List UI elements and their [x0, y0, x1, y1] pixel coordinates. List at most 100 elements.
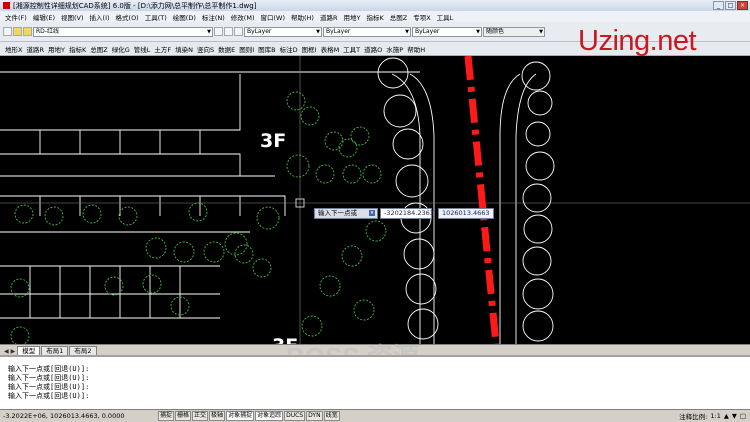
status-bar: -3.2022E+06, 1026013.4663, 0.0000 捕捉 栅格 … — [0, 409, 750, 422]
building-linework — [0, 56, 750, 344]
command-history-line: 输入下一点或[回退(U)]: — [8, 383, 90, 391]
menu-modify[interactable]: 修改(M) — [228, 12, 258, 22]
toolbar-index[interactable]: 指标K — [67, 44, 88, 54]
menu-draw[interactable]: 绘图(D) — [170, 12, 199, 22]
lineweight-value: ByLayer — [415, 27, 440, 35]
layer-value: RD-红线 — [36, 27, 59, 35]
ducs-toggle[interactable]: DUCS — [284, 411, 306, 421]
menu-tools[interactable]: 工具(T) — [142, 12, 170, 22]
chevron-down-icon: ▼ — [405, 28, 409, 35]
menu-view[interactable]: 视图(V) — [58, 12, 87, 22]
tab-nav-next-icon[interactable]: ▶ — [11, 348, 16, 355]
layer-state-icon[interactable] — [13, 27, 22, 36]
menu-edit[interactable]: 编辑(E) — [30, 12, 58, 22]
make-current-layer-icon[interactable] — [214, 27, 223, 36]
street-trees — [377, 57, 555, 342]
linetype-value: ByLayer — [326, 27, 351, 35]
tray-settings-icon[interactable]: ▼ — [732, 412, 737, 420]
clean-screen-icon[interactable]: □ — [740, 412, 746, 420]
menu-siteplan[interactable]: 总图Z — [387, 12, 410, 22]
ortho-toggle[interactable]: 正交 — [192, 411, 209, 421]
dynamic-input-y-field[interactable]: 1026013.4663 — [438, 208, 494, 219]
toolbar-table[interactable]: 表格M — [319, 44, 342, 54]
toolbar-fill[interactable]: 填染N — [173, 44, 195, 54]
menu-file[interactable]: 文件(F) — [2, 12, 30, 22]
osnap-toggle[interactable]: 对象捕捉 — [226, 411, 255, 421]
menu-insert[interactable]: 插入(I) — [87, 12, 113, 22]
plotstyle-value: 随颜色 — [486, 27, 505, 35]
tab-layout2[interactable]: 布局2 — [69, 346, 97, 355]
drawing-canvas[interactable]: 3F 3F 输入下一点或 ▾ -3202184.2363 1026013.466… — [0, 56, 750, 344]
grid-toggle[interactable]: 栅格 — [175, 411, 192, 421]
bulb-icon[interactable] — [23, 27, 32, 36]
toolbar-frame[interactable]: 图框I — [300, 44, 319, 54]
layer-match-icon[interactable] — [234, 27, 243, 36]
toolbar-annotate[interactable]: 标注D — [278, 44, 300, 54]
color-dropdown[interactable]: ByLayer ▼ — [244, 26, 322, 37]
tab-layout1[interactable]: 布局1 — [41, 346, 69, 355]
menu-index[interactable]: 指标K — [363, 12, 386, 22]
dyn-toggle[interactable]: DYN — [306, 411, 323, 421]
layer-dropdown[interactable]: RD-红线 ▼ — [33, 26, 213, 37]
command-history-line: 输入下一点或[回退(U)]: — [8, 365, 90, 373]
menu-dimension[interactable]: 标注(N) — [199, 12, 228, 22]
polar-toggle[interactable]: 极轴 — [209, 411, 226, 421]
menu-help[interactable]: 帮助(H) — [288, 12, 317, 22]
menu-landuse[interactable]: 用地Y — [340, 12, 363, 22]
toolbar-help[interactable]: 帮助H — [405, 44, 427, 54]
annotation-scale-label: 注释比例: — [679, 413, 708, 421]
menu-special[interactable]: 专项X — [410, 12, 433, 22]
cad-application-window: [湘源控制性详细规划CAD系统] 6.0版 - [D:\添力网\总平制作\总平制… — [0, 0, 750, 422]
toolbar-water[interactable]: 水施P — [384, 44, 405, 54]
layer-manager-icon[interactable] — [3, 27, 12, 36]
menu-road[interactable]: 道路R — [317, 12, 341, 22]
color-value: ByLayer — [247, 27, 272, 35]
toolbar-siteplan[interactable]: 总图Z — [88, 44, 109, 54]
layer-previous-icon[interactable] — [224, 27, 233, 36]
lineweight-toggle[interactable]: 线宽 — [323, 411, 340, 421]
menu-tools-l[interactable]: 工具L — [434, 12, 457, 22]
close-button[interactable]: × — [737, 1, 748, 10]
tab-model[interactable]: 模型 — [17, 346, 41, 355]
plotstyle-dropdown[interactable]: 随颜色 ▼ — [483, 26, 545, 37]
maximize-button[interactable]: □ — [725, 1, 736, 10]
dynamic-input-prompt-text: 输入下一点或 — [318, 209, 357, 217]
minimize-button[interactable]: _ — [713, 1, 724, 10]
dynamic-input-prompt: 输入下一点或 ▾ — [314, 208, 378, 219]
toolbar-landuse[interactable]: 用地Y — [46, 44, 67, 54]
chevron-down-icon: ▼ — [476, 28, 480, 35]
dynamic-input-x-field[interactable]: -3202184.2363 — [380, 208, 434, 219]
tab-nav-first-icon[interactable]: ◀ — [4, 348, 9, 355]
toolbar-drawing-rules[interactable]: 图则I — [237, 44, 256, 54]
lineweight-dropdown[interactable]: ByLayer ▼ — [412, 26, 482, 37]
snap-toggle[interactable]: 捕捉 — [158, 411, 175, 421]
annotation-visibility-icon[interactable]: ▲ — [724, 412, 729, 420]
toolbar-earthwork[interactable]: 土方F — [152, 44, 173, 54]
drawing-svg: 3F 3F — [0, 56, 750, 344]
toolbar-vertical[interactable]: 竖向S — [195, 44, 216, 54]
toolbar-library[interactable]: 图库B — [256, 44, 277, 54]
toolbar-pipeline[interactable]: 管线L — [132, 44, 153, 54]
command-window[interactable]: 输入下一点或[回退(U)]: 输入下一点或[回退(U)]: 输入下一点或[回退(… — [0, 355, 750, 409]
annotation-scale-dropdown[interactable]: 1:1 — [710, 412, 720, 420]
red-line-road-centerline — [464, 56, 500, 344]
chevron-down-icon: ▼ — [316, 28, 320, 35]
menu-window[interactable]: 窗口(W) — [257, 12, 288, 22]
cursor-coordinates: -3.2022E+06, 1026013.4663, 0.0000 — [3, 412, 125, 420]
chevron-down-icon: ▼ — [539, 28, 543, 35]
toolbar-terrain[interactable]: 地形X — [3, 44, 24, 54]
linetype-dropdown[interactable]: ByLayer ▼ — [323, 26, 411, 37]
menu-bar: 文件(F) 编辑(E) 视图(V) 插入(I) 格式(O) 工具(T) 绘图(D… — [0, 11, 750, 22]
toolbar-tools[interactable]: 工具T — [341, 44, 362, 54]
toolbar-data[interactable]: 数据E — [216, 44, 237, 54]
menu-format[interactable]: 格式(O) — [113, 12, 142, 22]
window-title: [湘源控制性详细规划CAD系统] 6.0版 - [D:\添力网\总平制作\总平制… — [13, 1, 257, 10]
title-bar: [湘源控制性详细规划CAD系统] 6.0版 - [D:\添力网\总平制作\总平制… — [0, 0, 750, 11]
command-history-line: 输入下一点或[回退(U)]: — [8, 374, 90, 382]
uzing-logo: Uzing.net — [578, 25, 697, 57]
toolbar-road-o[interactable]: 道路O — [362, 44, 384, 54]
toolbar-greening[interactable]: 绿化G — [110, 44, 132, 54]
otrack-toggle[interactable]: 对象追踪 — [255, 411, 284, 421]
toolbar-road[interactable]: 道路R — [24, 44, 46, 54]
down-arrow-icon[interactable]: ▾ — [369, 210, 375, 216]
